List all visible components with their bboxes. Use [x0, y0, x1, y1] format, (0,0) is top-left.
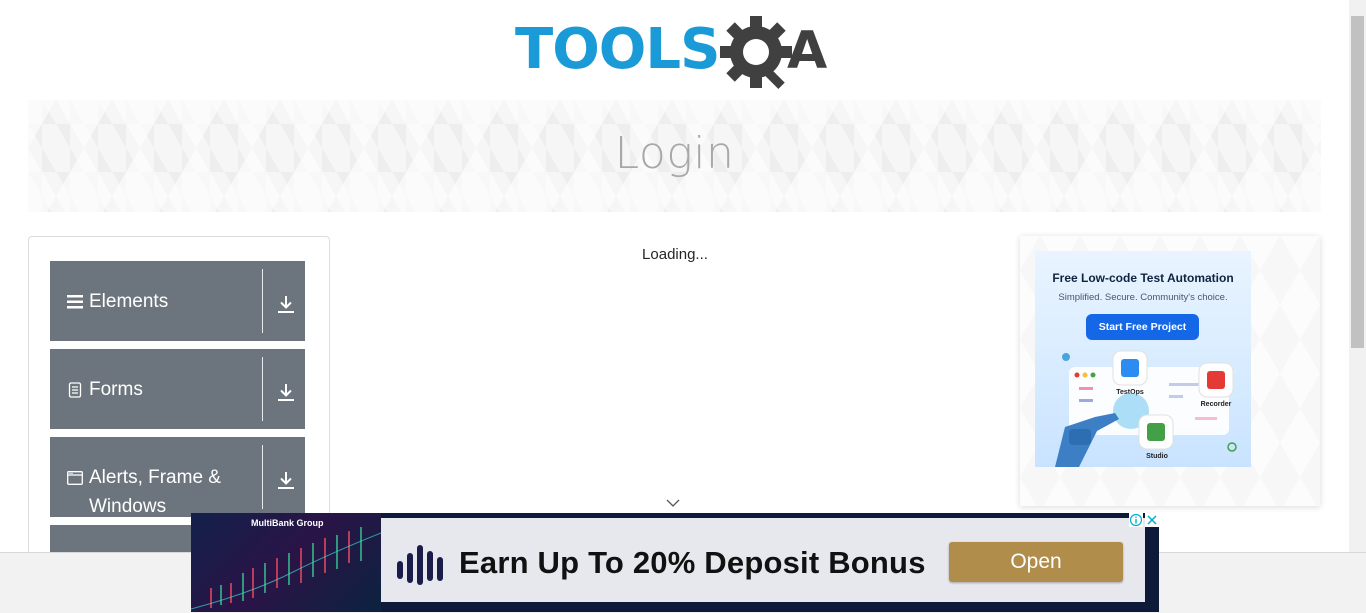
divider [262, 357, 263, 421]
right-ad[interactable]: Free Low-code Test Automation Simplified… [1020, 236, 1320, 506]
start-free-project-button[interactable]: Start Free Project [1086, 314, 1199, 340]
window-icon [67, 471, 83, 485]
sidebar-group-label: Forms [89, 379, 143, 400]
loading-text: Loading... [642, 246, 708, 263]
hamburger-icon [67, 295, 83, 309]
scrollbar-thumb[interactable] [1351, 16, 1364, 348]
ad-headline: Earn Up To 20% Deposit Bonus [459, 545, 926, 580]
ad-brand-text: MultiBank Group [251, 518, 324, 528]
logo-text-tools: TOOLS [515, 17, 719, 82]
page-scrollbar[interactable] [1349, 0, 1366, 552]
download-icon[interactable] [277, 382, 295, 402]
divider [262, 269, 263, 333]
gear-icon [720, 16, 792, 90]
chevron-down-icon[interactable] [666, 498, 680, 508]
logo-text-a: A [787, 21, 827, 81]
toolsqa-logo[interactable]: TOOLS A [515, 16, 837, 90]
page-title: Login [614, 128, 735, 179]
document-icon [68, 382, 82, 398]
divider [262, 445, 263, 509]
bar-logo-icon [397, 545, 443, 585]
ad-chart-image: MultiBank Group [191, 513, 381, 612]
sidebar-group-alerts[interactable]: Alerts, Frame & Windows [50, 437, 305, 517]
ad-headline: Free Low-code Test Automation [1052, 271, 1234, 285]
page-banner: Login [28, 100, 1321, 212]
ad-label-recorder: Recorder [1201, 401, 1232, 408]
ad-content[interactable]: Earn Up To 20% Deposit Bonus Open [381, 518, 1145, 602]
ad-illustration: TestOps Recorder Studio [1055, 350, 1237, 467]
ad-creative[interactable]: Free Low-code Test Automation Simplified… [1035, 251, 1251, 467]
open-button[interactable]: Open [949, 542, 1123, 582]
sidebar-group-forms[interactable]: Forms [50, 349, 305, 429]
ad-subtext: Simplified. Secure. Community's choice. [1058, 292, 1228, 303]
bottom-ad[interactable]: MultiBank Group Earn Up To 20% Deposit B… [191, 513, 1159, 612]
ad-info-icon[interactable] [1129, 513, 1143, 527]
sidebar-group-label: Elements [89, 291, 169, 312]
sidebar-group-elements[interactable]: Elements [50, 261, 305, 341]
ad-close-icon[interactable] [1145, 513, 1159, 527]
download-icon[interactable] [277, 294, 295, 314]
ad-label-studio: Studio [1146, 453, 1168, 460]
download-icon[interactable] [277, 470, 295, 490]
